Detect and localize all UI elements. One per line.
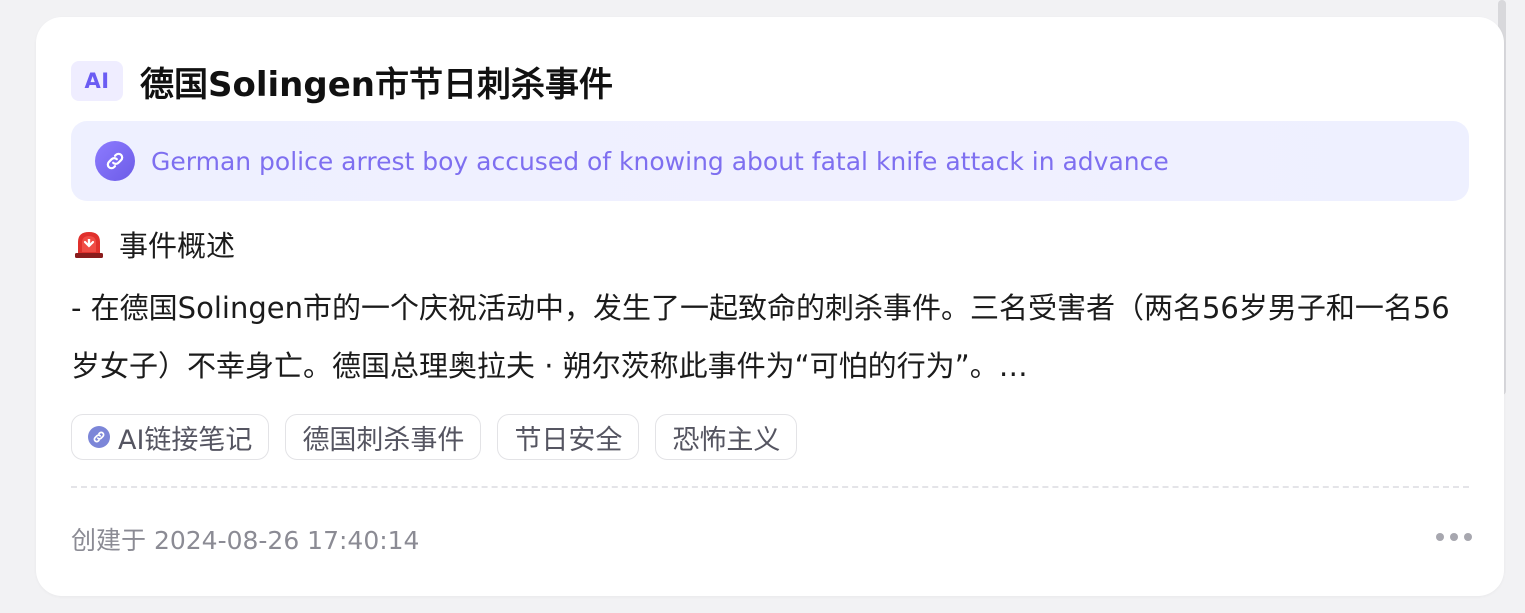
- summary-text: - 在德国Solingen市的一个庆祝活动中，发生了一起致命的刺杀事件。三名受害…: [71, 291, 1450, 383]
- tag-germany-stabbing[interactable]: 德国刺杀事件: [285, 414, 482, 460]
- section-heading: 事件概述: [73, 225, 235, 263]
- note-card[interactable]: AI 德国Solingen市节日刺杀事件 German police arres…: [36, 17, 1504, 596]
- divider: [71, 486, 1469, 488]
- siren-icon: [73, 229, 105, 259]
- more-dot: [1436, 533, 1444, 541]
- tag-label: 恐怖主义: [672, 424, 781, 456]
- more-dot: [1464, 533, 1472, 541]
- section-heading-label: 事件概述: [119, 229, 236, 263]
- tag-ai-link-note[interactable]: AI链接笔记: [71, 414, 270, 460]
- note-title[interactable]: 德国Solingen市节日刺杀事件: [140, 57, 613, 106]
- tag-list: AI链接笔记 德国刺杀事件 节日安全 恐怖主义: [71, 414, 798, 460]
- more-dots-icon[interactable]: [1436, 529, 1472, 545]
- created-timestamp: 创建于 2024-08-26 17:40:14: [71, 526, 420, 555]
- link-icon: [88, 426, 110, 448]
- title-row: AI 德国Solingen市节日刺杀事件: [71, 61, 613, 105]
- tag-label: AI链接笔记: [118, 424, 253, 456]
- link-icon: [95, 141, 135, 181]
- ai-badge: AI: [71, 61, 123, 101]
- source-link-text[interactable]: German police arrest boy accused of know…: [151, 147, 1169, 176]
- source-link[interactable]: German police arrest boy accused of know…: [71, 121, 1469, 201]
- tag-festival-safety[interactable]: 节日安全: [497, 414, 640, 460]
- tag-label: 节日安全: [514, 424, 623, 456]
- tag-label: 德国刺杀事件: [302, 424, 465, 456]
- more-dot: [1450, 533, 1458, 541]
- tag-terrorism[interactable]: 恐怖主义: [655, 414, 798, 460]
